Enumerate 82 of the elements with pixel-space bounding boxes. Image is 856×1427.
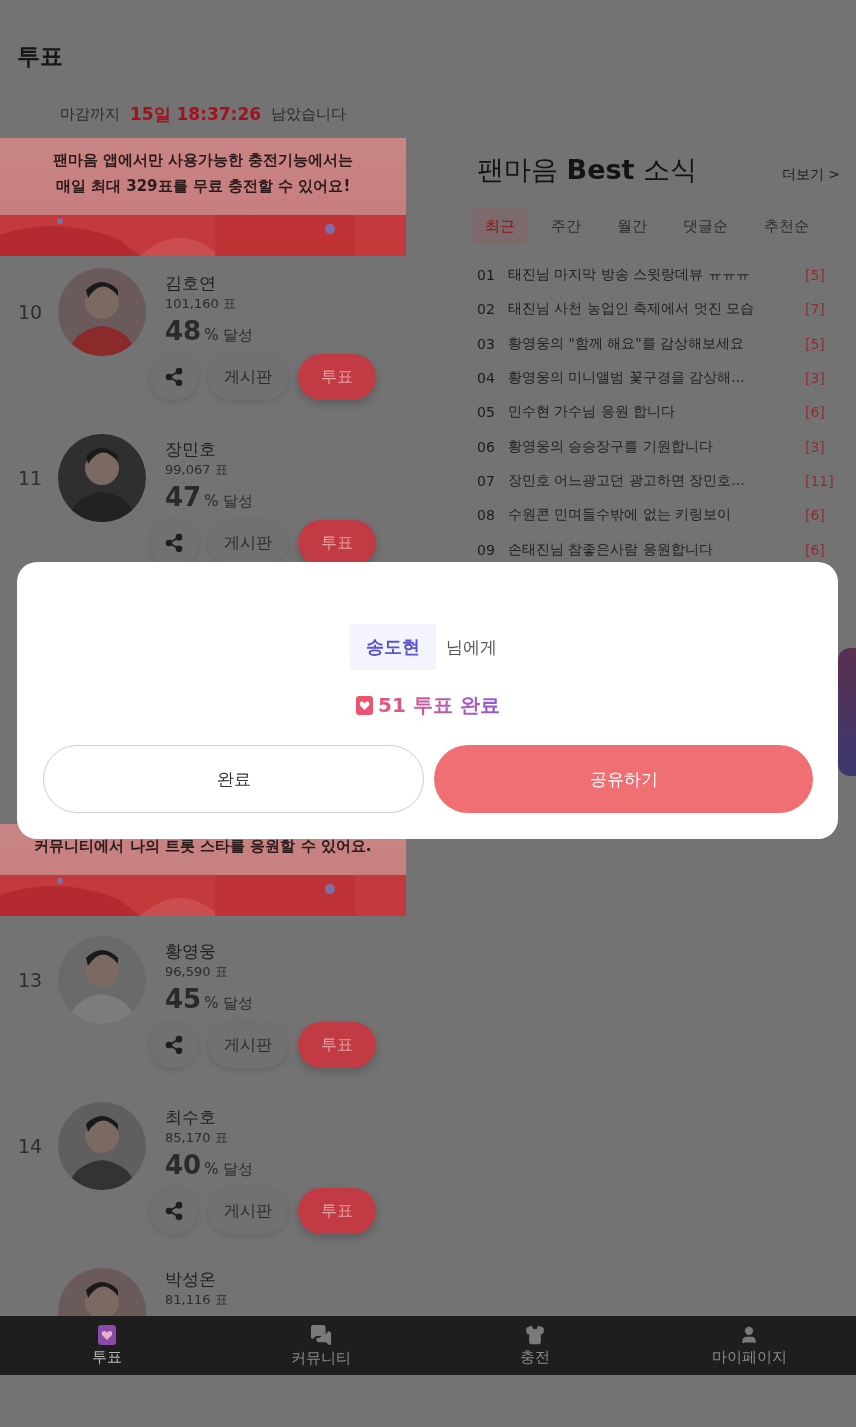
candidate-name: 장민호 [165,438,217,460]
share-button[interactable]: 공유하기 [434,745,813,813]
board-button[interactable]: 게시판 [208,354,288,400]
post-title[interactable]: 황영웅의 승승장구를 기원합니다 [508,437,805,456]
board-button[interactable]: 게시판 [208,1188,288,1234]
percent-label: % 달성 [204,1159,254,1180]
post-title[interactable]: 황영웅의 미니앨범 꽃구경을 감상해... [508,369,805,388]
section-title: 팬마음 Best 소식 [477,153,698,187]
vote-count: 81,116 표 [165,1291,228,1309]
recipient-suffix: 님에게 [444,635,498,659]
comment-count: [5] [805,267,826,284]
board-button[interactable]: 게시판 [208,1022,288,1068]
countdown-prefix: 마감까지 [59,104,120,124]
page-title: 투표 [17,41,63,71]
vote-count: 101,160 표 [165,295,237,313]
vote-button[interactable]: 투표 [298,1188,376,1234]
rank-number: 10 [17,301,44,323]
rank-number: 11 [17,467,44,489]
percent-value: 45 [165,983,202,1016]
share-icon [164,1201,184,1221]
nav-item[interactable]: 커뮤니티 [214,1316,428,1375]
more-link[interactable]: 더보기 > [781,166,840,184]
recipient-name: 송도현 [349,624,436,670]
shirt-icon [525,1324,545,1345]
done-button[interactable]: 완료 [43,745,424,813]
comment-count: [6] [805,507,826,524]
post-number: 07 [477,472,496,489]
post-number: 05 [477,404,496,421]
share-icon [164,367,184,387]
post-title[interactable]: 수원콘 민며들수밖에 없는 키링보이 [508,506,805,525]
comment-count: [6] [805,541,826,558]
nav-item[interactable]: 마이페이지 [642,1316,856,1375]
candidate-name: 박성온 [165,1268,217,1290]
post-number: 08 [477,507,496,524]
comment-count: [5] [805,335,826,352]
post-title[interactable]: 황영웅의 "함께 해요"를 감상해보세요 [508,334,805,353]
nav-item[interactable]: 투표 [0,1316,214,1375]
share-icon [164,1035,184,1055]
percent-label: % 달성 [204,491,254,512]
post-title[interactable]: 태진님 사천 농업인 축제에서 멋진 모습 [508,300,805,319]
post-number: 02 [477,301,496,318]
percent-label: % 달성 [204,325,254,346]
post-number: 09 [477,541,496,558]
countdown-timer: 15일 18:37:26 [129,102,262,126]
candidate-name: 김호연 [165,272,217,294]
vote-count: 85,170 표 [165,1129,229,1147]
percent-value: 40 [165,1149,202,1182]
nav-item[interactable]: 충전 [428,1316,642,1375]
comment-count: [6] [805,404,826,421]
banner-text: 매일 최대 329표를 무료 충전할 수 있어요! [54,176,352,197]
vote-button[interactable]: 투표 [298,1022,376,1068]
comment-count: [3] [805,370,826,387]
user-icon [739,1324,759,1345]
countdown-suffix: 남았습니다 [271,104,347,124]
post-title[interactable]: 민수현 가수님 응원 합니다 [508,403,805,422]
filter-tab[interactable]: 최근 [473,208,527,244]
banner-text: 팬마음 앱에서만 사용가능한 충전기능에서는 [51,150,355,171]
chat-bubbles-icon [310,1323,332,1346]
vote-button[interactable]: 투표 [298,354,376,400]
post-number: 06 [477,438,496,455]
rank-number: 13 [17,969,44,991]
post-number: 03 [477,335,496,352]
share-icon [164,533,184,553]
candidate-name: 최수호 [165,1106,217,1128]
heart-card-icon [98,1324,116,1345]
post-number: 01 [477,267,496,284]
banner-text: 커뮤니티에서 나의 트롯 스타를 응원할 수 있어요. [33,836,373,857]
post-title[interactable]: 손태진님 참좋은사람 응원합니다 [508,540,805,559]
percent-value: 48 [165,315,202,348]
percent-value: 47 [165,481,202,514]
post-title[interactable]: 태진님 마지막 방송 스윗랑데뷰 ㅠㅠㅠ [508,266,805,285]
vote-count: 96,590 표 [165,963,229,981]
percent-label: % 달성 [204,993,254,1014]
rank-number: 14 [17,1135,44,1157]
promo-banner[interactable]: 팬마음 앱에서만 사용가능한 충전기능에서는 매일 최대 329표를 무료 충전할 수 있어요! [0,138,406,256]
comment-count: [11] [805,472,835,489]
comment-count: [7] [805,301,826,318]
post-number: 04 [477,370,496,387]
vote-count: 99,067 표 [165,461,229,479]
candidate-name: 황영웅 [165,940,217,962]
post-title[interactable]: 장민호 어느광고던 광고하면 장민호... [508,471,805,490]
comment-count: [3] [805,438,826,455]
